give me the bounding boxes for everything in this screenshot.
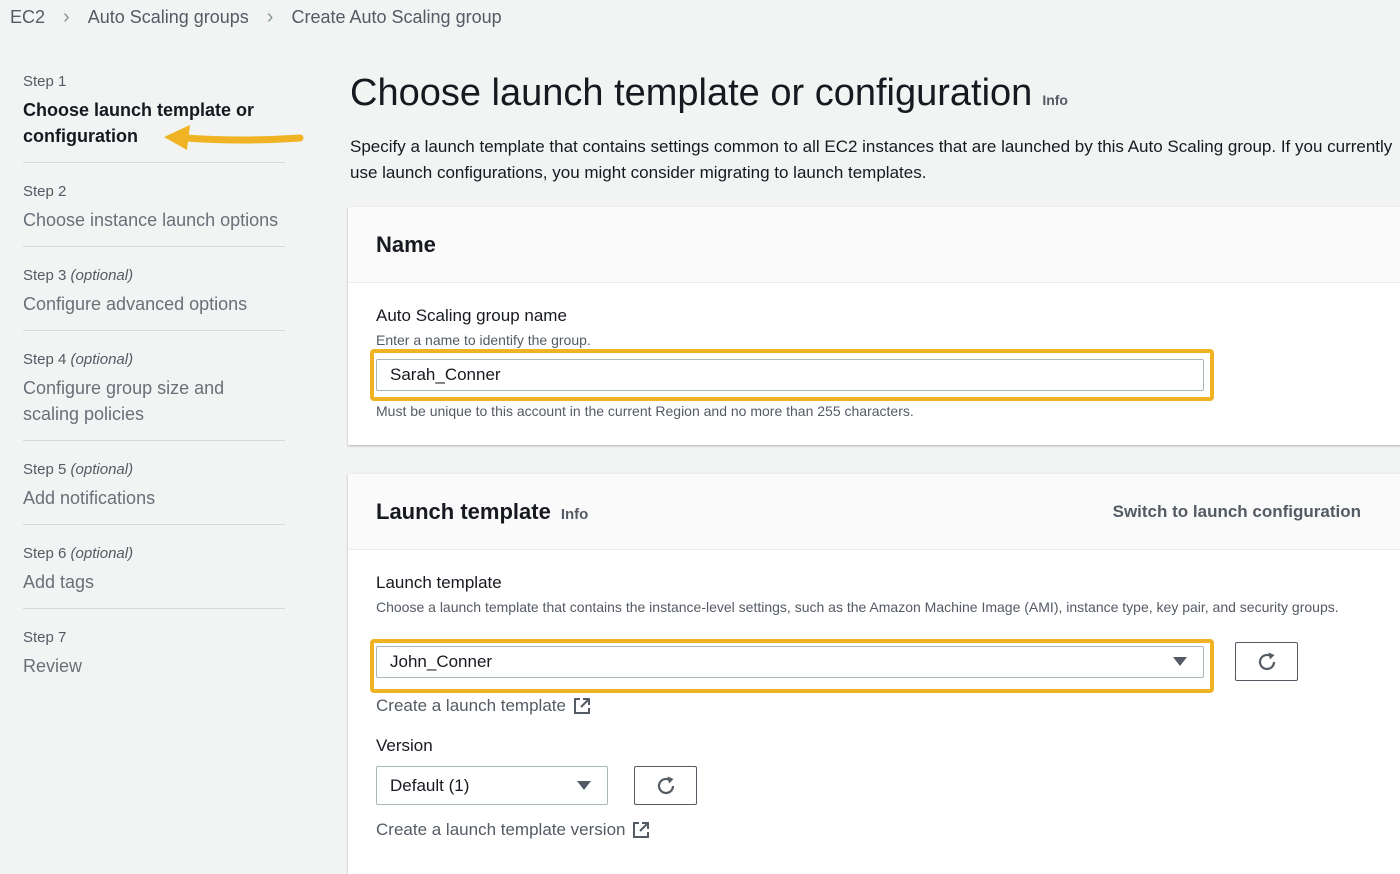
info-link[interactable]: Info bbox=[561, 506, 589, 523]
external-link-icon bbox=[633, 822, 650, 838]
step-title: Review bbox=[23, 656, 83, 676]
step-title: Choose instance launch options bbox=[23, 210, 279, 230]
name-panel: Name Auto Scaling group name Enter a nam… bbox=[348, 207, 1400, 445]
panel-header: Name bbox=[348, 207, 1400, 283]
step-divider bbox=[23, 246, 285, 247]
breadcrumb: EC2 › Auto Scaling groups › Create Auto … bbox=[0, 0, 502, 34]
create-launch-template-version-link[interactable]: Create a launch template version bbox=[376, 820, 650, 840]
field-hint: Choose a launch template that contains t… bbox=[376, 599, 1339, 615]
breadcrumb-current: Create Auto Scaling group bbox=[291, 6, 502, 27]
step-number: Step 2 bbox=[23, 183, 67, 200]
step-divider bbox=[23, 162, 285, 163]
launch-template-select[interactable]: John_Conner bbox=[376, 646, 1204, 678]
external-link-icon bbox=[573, 698, 590, 714]
step-number: Step 1 bbox=[23, 73, 67, 90]
annotation-arrow-icon bbox=[164, 125, 304, 150]
chevron-right-icon: › bbox=[63, 5, 70, 28]
group-name-input[interactable]: Sarah_Conner bbox=[376, 359, 1204, 391]
step-title: Configure advanced options bbox=[23, 294, 248, 314]
switch-to-launch-configuration-link[interactable]: Switch to launch configuration bbox=[1113, 502, 1361, 522]
info-link[interactable]: Info bbox=[1042, 92, 1068, 108]
step-divider bbox=[23, 608, 285, 609]
panel-header: Launch template Info Switch to launch con… bbox=[348, 474, 1400, 550]
step-number: Step 6 (optional) bbox=[23, 545, 134, 562]
page-title: Choose launch template or configuration I… bbox=[350, 72, 1068, 114]
selected-value: Default (1) bbox=[390, 775, 470, 795]
wizard-steps-nav: Step 1 Choose launch template or configu… bbox=[23, 70, 285, 679]
breadcrumb-ec2[interactable]: EC2 bbox=[10, 7, 45, 28]
panel-title: Launch template Info bbox=[376, 498, 589, 524]
breadcrumb-auto-scaling-groups[interactable]: Auto Scaling groups bbox=[88, 7, 249, 28]
selected-value: John_Conner bbox=[390, 652, 493, 671]
launch-template-panel: Launch template Info Switch to launch con… bbox=[348, 474, 1400, 874]
step-number: Step 3 (optional) bbox=[23, 267, 134, 284]
step-4[interactable]: Step 4 (optional) Configure group size a… bbox=[23, 348, 285, 427]
step-5[interactable]: Step 5 (optional) Add notifications bbox=[23, 458, 285, 511]
step-divider bbox=[23, 440, 285, 441]
step-title: Configure group size and scaling policie… bbox=[23, 378, 225, 424]
step-divider bbox=[23, 330, 285, 331]
panel-title: Name bbox=[376, 231, 436, 257]
version-select[interactable]: Default (1) bbox=[376, 766, 608, 805]
step-title: Add notifications bbox=[23, 488, 156, 508]
refresh-icon bbox=[657, 776, 674, 794]
step-number: Step 7 bbox=[23, 629, 67, 646]
step-3[interactable]: Step 3 (optional) Configure advanced opt… bbox=[23, 264, 285, 317]
field-label: Launch template bbox=[376, 573, 502, 592]
field-constraint-note: Must be unique to this account in the cu… bbox=[376, 403, 914, 419]
page-description: Specify a launch template that contains … bbox=[350, 137, 1393, 182]
step-divider bbox=[23, 524, 285, 525]
version-label: Version bbox=[376, 736, 433, 755]
step-2[interactable]: Step 2 Choose instance launch options bbox=[23, 180, 285, 233]
field-label: Auto Scaling group name bbox=[376, 306, 567, 325]
step-number: Step 4 (optional) bbox=[23, 351, 134, 368]
refresh-versions-button[interactable] bbox=[634, 766, 697, 805]
refresh-templates-button[interactable] bbox=[1235, 642, 1298, 681]
chevron-right-icon: › bbox=[266, 5, 274, 28]
caret-down-icon bbox=[1173, 657, 1187, 666]
create-launch-template-link[interactable]: Create a launch template bbox=[376, 696, 591, 716]
field-hint: Enter a name to identify the group. bbox=[376, 332, 591, 348]
caret-down-icon bbox=[577, 780, 591, 790]
step-6[interactable]: Step 6 (optional) Add tags bbox=[23, 542, 285, 595]
step-7[interactable]: Step 7 Review bbox=[23, 626, 285, 679]
step-number: Step 5 (optional) bbox=[23, 461, 134, 478]
step-title: Add tags bbox=[23, 572, 95, 592]
refresh-icon bbox=[1258, 652, 1275, 670]
